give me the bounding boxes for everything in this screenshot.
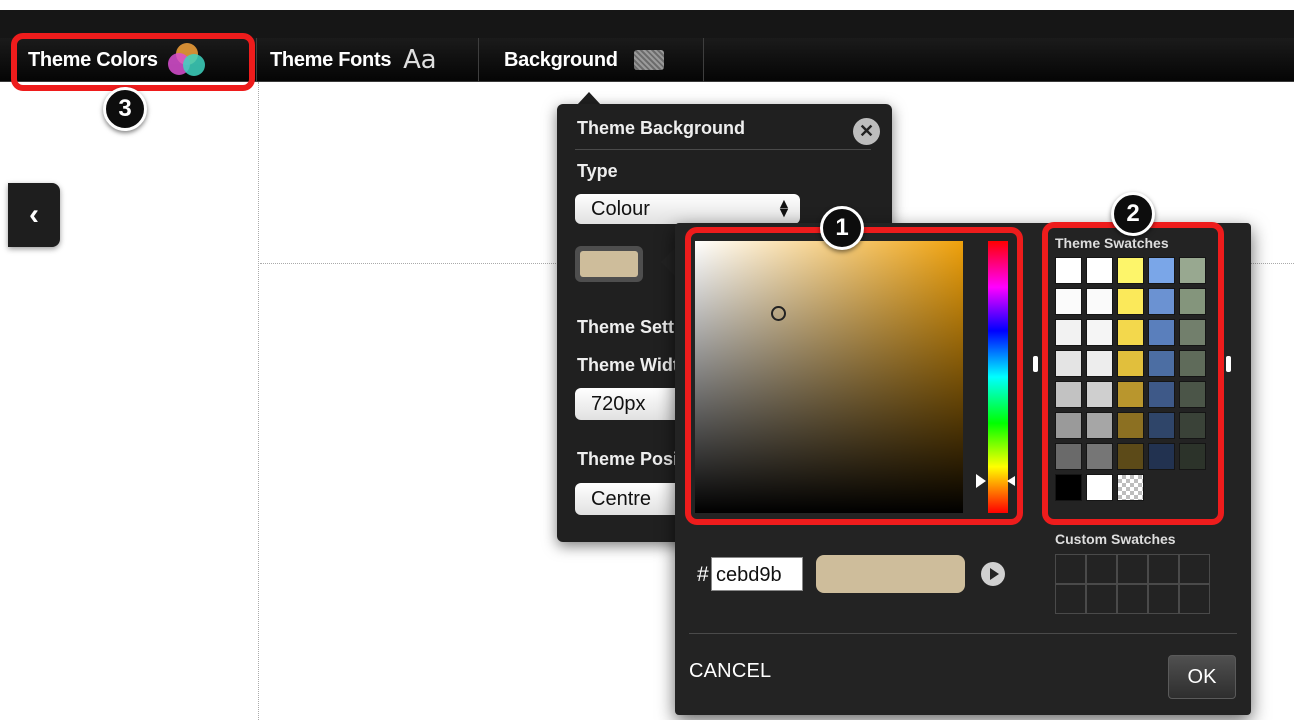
cancel-button[interactable]: CANCEL <box>689 660 771 683</box>
theme-width-label: Theme Width <box>577 355 690 375</box>
custom-swatches-label: Custom Swatches <box>1055 531 1176 547</box>
custom-swatch-slot[interactable] <box>1117 584 1148 614</box>
guide-vertical <box>258 82 259 720</box>
custom-swatch-slot[interactable] <box>1179 554 1210 584</box>
background-pattern-icon <box>633 50 664 70</box>
type-select-value: Colour <box>591 198 650 220</box>
highlight-color-field <box>685 227 1023 525</box>
panel-divider <box>575 149 871 150</box>
picker-pointer <box>661 248 675 276</box>
font-icon: Aa <box>403 45 437 75</box>
custom-swatch-slot[interactable] <box>1117 554 1148 584</box>
custom-swatch-slot[interactable] <box>1179 584 1210 614</box>
apply-color-button[interactable] <box>981 562 1005 586</box>
type-select[interactable]: Colour ▲ ▼ <box>575 194 800 224</box>
picker-divider <box>689 633 1237 634</box>
color-preview <box>816 555 965 593</box>
menu-background[interactable]: Background <box>504 38 664 82</box>
background-color-fill <box>580 251 638 277</box>
hex-prefix: # <box>697 563 709 586</box>
picker-side-tab-right <box>1226 356 1231 372</box>
menu-divider <box>256 38 257 82</box>
callout-badge-1: 1 <box>820 206 864 250</box>
hex-input[interactable]: cebd9b <box>711 557 803 591</box>
highlight-theme-swatches <box>1042 222 1224 525</box>
top-white-strip <box>0 0 1294 10</box>
play-icon <box>990 568 999 580</box>
panel-title: Theme Background <box>577 118 746 138</box>
callout-badge-3: 3 <box>103 87 147 131</box>
custom-swatch-slot[interactable] <box>1086 584 1117 614</box>
picker-side-tab-left <box>1033 356 1038 372</box>
callout-badge-2: 2 <box>1111 192 1155 236</box>
type-label: Type <box>577 161 618 181</box>
menu-divider <box>478 38 479 82</box>
custom-swatches-grid <box>1055 554 1210 614</box>
menu-divider <box>703 38 704 82</box>
sidebar-collapse-button[interactable]: ‹ <box>8 183 60 247</box>
menu-theme-fonts-label: Theme Fonts <box>270 48 392 71</box>
highlight-theme-colors <box>11 33 255 91</box>
menu-theme-fonts[interactable]: Theme Fonts Aa <box>270 38 437 82</box>
ok-button[interactable]: OK <box>1168 655 1236 699</box>
menu-background-label: Background <box>504 48 618 71</box>
select-arrows-icon: ▲ ▼ <box>779 197 789 219</box>
custom-swatch-slot[interactable] <box>1148 554 1179 584</box>
background-color-swatch[interactable] <box>575 246 643 282</box>
close-icon[interactable]: ✕ <box>853 118 880 145</box>
custom-swatch-slot[interactable] <box>1055 554 1086 584</box>
custom-swatch-slot[interactable] <box>1055 584 1086 614</box>
custom-swatch-slot[interactable] <box>1148 584 1179 614</box>
custom-swatch-slot[interactable] <box>1086 554 1117 584</box>
